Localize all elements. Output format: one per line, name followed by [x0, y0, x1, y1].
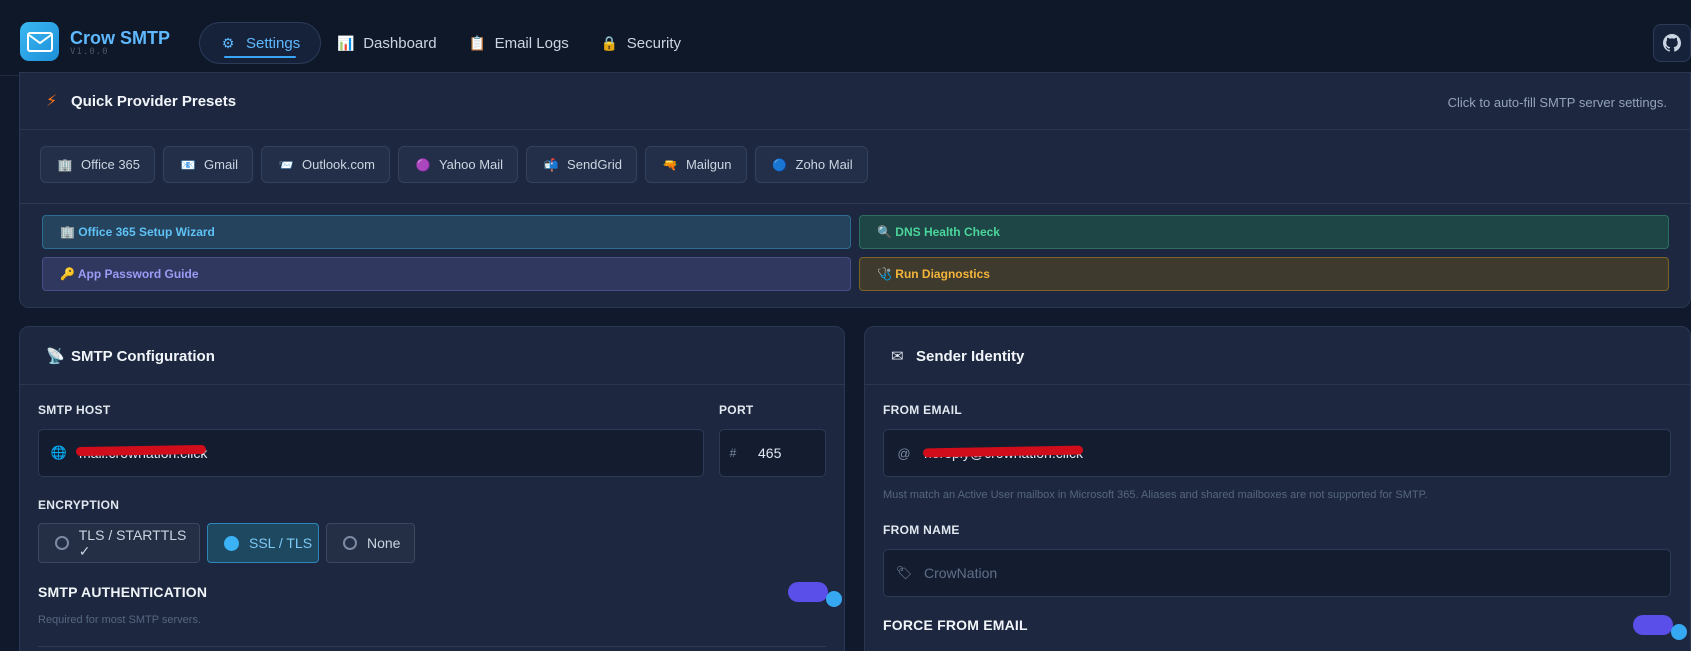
tag-icon: 🏷 [895, 565, 913, 580]
preset-label: Office 365 [81, 157, 141, 172]
encryption-none[interactable]: None [326, 523, 415, 563]
preset-label: Yahoo Mail [438, 157, 504, 172]
sender-identity-panel: ✉ Sender Identity FROM EMAIL @ noreply@c… [864, 326, 1691, 651]
app-password-guide-button[interactable]: 🔑 App Password Guide [42, 257, 851, 291]
tab-label: Email Logs [494, 34, 569, 52]
preset-gmail[interactable]: 📧 Gmail [163, 146, 253, 183]
preset-yahoo[interactable]: 🟣 Yahoo Mail [397, 146, 519, 183]
clipboard-icon: 📋 [468, 34, 487, 51]
lightning-icon: ⚡ [46, 93, 58, 110]
github-button[interactable] [1653, 24, 1691, 62]
tab-settings[interactable]: ⚙ Settings [199, 22, 322, 64]
mailbox-icon: 📬 [543, 157, 559, 172]
smtp-auth-label: SMTP AUTHENTICATION [38, 584, 208, 600]
satellite-icon: 📡 [46, 348, 65, 365]
preset-outlook[interactable]: 📨 Outlook.com [260, 146, 390, 183]
gear-icon: ⚙ [221, 34, 235, 51]
preset-label: Outlook.com [301, 157, 375, 172]
smtp-host-label: SMTP HOST [38, 403, 111, 417]
at-icon: @ [897, 445, 911, 461]
tab-email-logs[interactable]: 📋 Email Logs [453, 22, 585, 64]
preset-office365[interactable]: 🏢 Office 365 [40, 146, 156, 183]
sender-title: Sender Identity [916, 348, 1025, 365]
quick-presets-panel: ⚡ Quick Provider Presets Click to auto-f… [19, 72, 1691, 308]
presets-divider [20, 203, 1690, 204]
toggle-knob [1671, 624, 1687, 640]
from-email-hint: Must match an Active User mailbox in Mic… [883, 489, 1428, 501]
mail-icon: 📧 [180, 157, 196, 172]
radio-selected-icon [224, 535, 239, 551]
smtp-header: 📡 SMTP Configuration [20, 327, 844, 385]
tab-label: Dashboard [363, 34, 437, 52]
presets-title: Quick Provider Presets [71, 93, 237, 110]
lock-icon: 🔒 [600, 34, 619, 51]
blue-circle-icon: 🔵 [772, 157, 787, 172]
port-value: 465 [758, 445, 782, 461]
toggle-knob [826, 591, 842, 607]
brand-version: V1.0.0 [70, 47, 109, 57]
main-nav: ⚙ Settings 📊 Dashboard 📋 Email Logs 🔒 Se… [199, 22, 697, 64]
run-diagnostics-button[interactable]: 🩺 Run Diagnostics [859, 257, 1669, 291]
option-label: TLS / STARTTLS ✓ [78, 526, 187, 559]
dns-health-check-button[interactable]: 🔍 DNS Health Check [859, 215, 1669, 249]
chart-icon: 📊 [337, 34, 355, 51]
encryption-ssl-tls[interactable]: SSL / TLS [207, 523, 319, 563]
encryption-label: ENCRYPTION [38, 498, 120, 512]
preset-label: SendGrid [567, 157, 622, 172]
tab-dashboard[interactable]: 📊 Dashboard [321, 22, 452, 64]
port-label: PORT [719, 403, 754, 417]
radio-icon [343, 536, 357, 550]
hash-icon: # [729, 446, 737, 460]
provider-list: 🏢 Office 365 📧 Gmail 📨 Outlook.com 🟣 Yahoo M… [40, 146, 868, 183]
from-email-label: FROM EMAIL [883, 403, 962, 417]
from-name-label: FROM NAME [883, 523, 960, 537]
force-from-email-toggle[interactable] [1633, 615, 1673, 635]
preset-zoho[interactable]: 🔵 Zoho Mail [754, 146, 868, 183]
from-name-input[interactable]: 🏷 CrowNation [883, 549, 1671, 597]
smtp-auth-toggle[interactable] [788, 582, 828, 602]
building-icon: 🏢 [57, 157, 73, 172]
smtp-title: SMTP Configuration [71, 348, 215, 365]
top-bar: Crow SMTP V1.0.0 ⚙ Settings 📊 Dashboard … [0, 0, 1691, 76]
option-label: SSL / TLS [249, 535, 313, 551]
preset-label: Gmail [204, 157, 238, 172]
preset-mailgun[interactable]: 🔫 Mailgun [644, 146, 747, 183]
port-input[interactable]: # 465 [719, 429, 826, 477]
option-label: None [367, 535, 401, 551]
envelope-icon: ✉ [891, 348, 904, 365]
preset-sendgrid[interactable]: 📬 SendGrid [526, 146, 637, 183]
force-from-email-label: FORCE FROM EMAIL [883, 617, 1028, 633]
smtp-auth-hint: Required for most SMTP servers. [38, 614, 202, 626]
mail-logo-icon [20, 22, 59, 61]
presets-header: ⚡ Quick Provider Presets Click to auto-f… [20, 73, 1690, 130]
radio-icon [55, 536, 69, 550]
gun-icon: 🔫 [662, 157, 678, 172]
github-icon [1663, 34, 1681, 52]
sender-header: ✉ Sender Identity [865, 327, 1690, 385]
office365-setup-wizard-button[interactable]: 🏢 Office 365 Setup Wizard [42, 215, 851, 249]
auth-divider [38, 646, 826, 647]
encryption-tls-starttls[interactable]: TLS / STARTTLS ✓ [38, 523, 200, 563]
tab-security[interactable]: 🔒 Security [585, 22, 697, 64]
globe-icon: 🌐 [50, 445, 68, 460]
envelope-icon: 📨 [278, 157, 294, 172]
preset-label: Zoho Mail [795, 157, 853, 172]
smtp-configuration-panel: 📡 SMTP Configuration SMTP HOST 🌐 mail.cr… [19, 326, 845, 651]
from-name-placeholder: CrowNation [924, 565, 998, 581]
presets-hint: Click to auto-fill SMTP server settings. [1447, 95, 1667, 110]
purple-circle-icon: 🟣 [415, 157, 431, 172]
tab-label: Security [626, 34, 681, 52]
brand-name: Crow SMTP [70, 28, 171, 48]
preset-label: Mailgun [685, 157, 732, 172]
tab-label: Settings [246, 34, 301, 52]
